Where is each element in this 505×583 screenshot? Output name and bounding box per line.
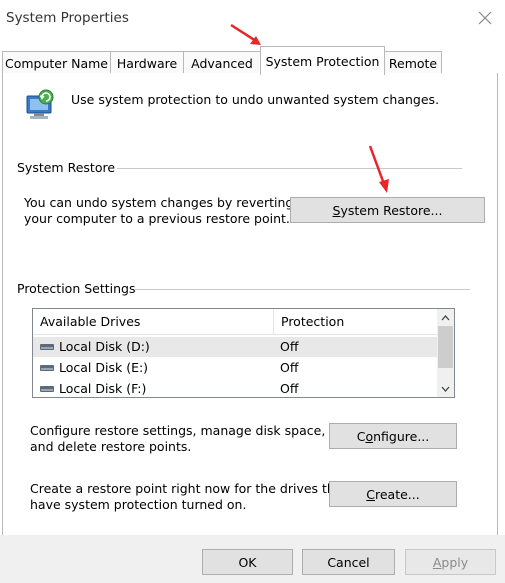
cancel-button[interactable]: Cancel [302,549,395,575]
system-restore-heading: System Restore [17,160,116,175]
system-properties-dialog: System Properties Computer Name Hardware… [0,0,505,583]
tab-remote[interactable]: Remote [384,51,442,74]
drive-icon [40,343,54,350]
tab-advanced[interactable]: Advanced [183,51,261,74]
create-desc-line2: have system protection turned on. [30,497,247,512]
drive-row-e[interactable]: Local Disk (E:) Off [33,358,438,378]
drives-list-header: Available Drives Protection [33,309,438,335]
create-button-mnemonic: C [366,486,375,502]
chevron-down-icon [441,386,450,392]
configure-desc-line1: Configure restore settings, manage disk … [30,423,326,438]
drive-name: Local Disk (E:) [59,360,149,375]
drive-icon [40,364,54,371]
intro-text: Use system protection to undo unwanted s… [71,92,440,107]
configure-button-mnemonic: o [365,428,374,444]
window-title: System Properties [6,10,129,26]
drive-protection-status: Off [280,339,299,354]
column-protection[interactable]: Protection [281,314,344,329]
column-available-drives[interactable]: Available Drives [40,314,140,329]
configure-desc-line2: and delete restore points. [30,439,192,454]
drive-row-d[interactable]: Local Disk (D:) Off [33,337,438,357]
scroll-up-button[interactable] [437,309,454,326]
configure-button-label: nfigure... [373,428,430,444]
system-restore-desc-line2: your computer to a previous restore poin… [24,211,290,226]
system-restore-button-mnemonic: S [332,202,341,218]
apply-button-mnemonic: A [432,554,442,570]
close-button[interactable] [475,8,495,28]
tab-system-protection[interactable]: System Protection [260,46,385,75]
create-button[interactable]: Create... [329,481,457,507]
system-restore-desc-line1: You can undo system changes by reverting [24,195,294,210]
system-protection-panel [2,73,498,536]
apply-button[interactable]: Apply [405,549,496,575]
annotation-arrow-button [368,145,389,193]
scroll-down-button[interactable] [437,380,454,397]
drives-list-scrollbar[interactable] [437,309,454,397]
drives-list[interactable]: Available Drives Protection Local Disk (… [32,308,455,398]
apply-button-label: pply [441,554,469,570]
configure-button[interactable]: Co nfigure... [329,423,457,449]
protection-settings-divider [135,289,470,290]
close-icon [478,11,492,25]
chevron-up-icon [441,314,450,320]
system-restore-button[interactable]: System Restore... [290,197,485,223]
drive-name: Local Disk (D:) [59,339,150,354]
system-restore-divider [117,168,462,169]
system-restore-button-label: ystem Restore... [340,202,443,218]
annotation-arrow-tab [230,23,261,45]
column-separator [273,309,274,334]
create-desc-line1: Create a restore point right now for the… [30,481,348,496]
tab-hardware[interactable]: Hardware [110,51,184,74]
tab-computer-name[interactable]: Computer Name [2,51,111,74]
drive-name: Local Disk (F:) [59,381,147,396]
system-protection-icon [22,88,58,127]
create-button-label: reate... [375,486,420,502]
drive-protection-status: Off [280,360,299,375]
configure-button-prefix: C [356,428,366,444]
drive-protection-status: Off [280,381,299,396]
ok-button[interactable]: OK [202,549,293,575]
scroll-thumb[interactable] [438,326,453,368]
drive-row-f[interactable]: Local Disk (F:) Off [33,379,438,399]
protection-settings-heading: Protection Settings [17,281,136,296]
drive-icon [40,385,54,392]
